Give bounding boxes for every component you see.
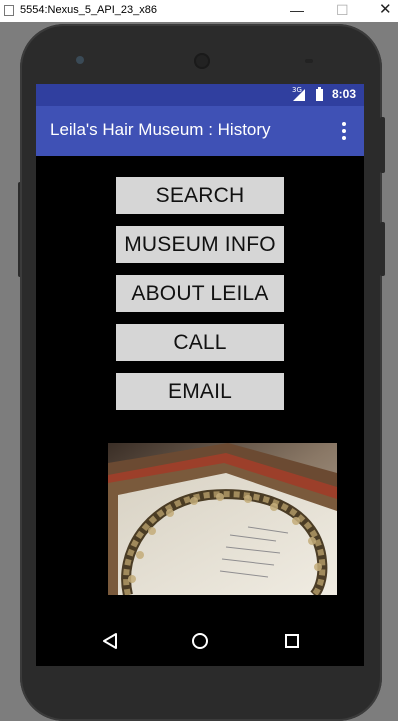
home-icon[interactable]: [192, 633, 208, 649]
device-screen: 3G 8:03 Leila's Hair Museum : History SE…: [36, 84, 364, 666]
system-nav-bar: [36, 616, 364, 666]
speaker-icon: [194, 53, 210, 69]
app-window-icon: [4, 5, 14, 16]
app-toolbar: Leila's Hair Museum : History: [36, 106, 364, 156]
status-bar: 3G 8:03: [36, 84, 364, 106]
volume-button[interactable]: [380, 222, 385, 276]
call-button[interactable]: CALL: [116, 324, 284, 361]
status-time: 8:03: [332, 87, 357, 101]
window-title: 5554:Nexus_5_API_23_x86: [20, 4, 157, 16]
emulator-side-strip: [398, 22, 411, 721]
about-leila-button[interactable]: ABOUT LEILA: [116, 275, 284, 312]
close-icon[interactable]: ✕: [379, 2, 392, 18]
maximize-icon[interactable]: ☐: [336, 2, 349, 18]
minimize-icon[interactable]: —: [290, 2, 304, 18]
back-icon[interactable]: [102, 632, 118, 650]
recents-icon[interactable]: [285, 634, 299, 648]
signal-icon: [293, 89, 305, 101]
museum-info-button[interactable]: MUSEUM INFO: [116, 226, 284, 263]
email-button[interactable]: EMAIL: [116, 373, 284, 410]
emulator-title-bar: 5554:Nexus_5_API_23_x86 — ☐ ✕: [0, 0, 411, 22]
front-camera-icon: [76, 56, 84, 64]
search-button[interactable]: SEARCH: [116, 177, 284, 214]
battery-icon: [316, 87, 323, 101]
sensor-icon: [305, 59, 313, 63]
power-button[interactable]: [380, 117, 385, 173]
page-title: Leila's Hair Museum : History: [50, 120, 271, 139]
more-vert-icon[interactable]: [338, 120, 350, 142]
hair-wreath-photo: [108, 443, 337, 595]
